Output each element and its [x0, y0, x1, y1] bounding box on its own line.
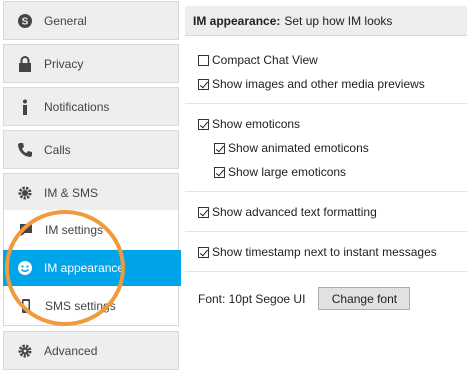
sidebar-item-im-sms[interactable]: IM & SMS — [3, 173, 179, 212]
sidebar-item-label: Advanced — [44, 343, 98, 358]
sidebar-item-privacy[interactable]: Privacy — [3, 44, 179, 83]
font-setting-row: Font: 10pt Segoe UI Change font — [198, 287, 411, 310]
change-font-button[interactable]: Change font — [318, 287, 411, 310]
lock-icon — [15, 54, 35, 74]
option-show-media-previews[interactable]: Show images and other media previews — [198, 77, 425, 91]
sidebar-subitem-label: SMS settings — [45, 299, 116, 313]
sidebar-item-label: General — [44, 13, 87, 28]
checkbox[interactable] — [198, 54, 209, 66]
option-label: Show emoticons — [212, 117, 301, 131]
sidebar-item-label: IM & SMS — [44, 185, 99, 200]
checkbox[interactable] — [214, 166, 225, 178]
sidebar-subitem-sms-settings[interactable]: SMS settings — [4, 288, 180, 324]
sidebar-item-label: Notifications — [44, 99, 110, 114]
info-icon — [15, 97, 35, 117]
option-label: Show images and other media previews — [212, 77, 425, 91]
sidebar-item-label: Privacy — [44, 56, 84, 71]
divider — [185, 271, 467, 272]
option-show-advanced-formatting[interactable]: Show advanced text formatting — [198, 205, 377, 219]
checkbox[interactable] — [214, 142, 225, 154]
option-show-emoticons[interactable]: Show emoticons — [198, 117, 300, 131]
option-label: Compact Chat View — [212, 53, 318, 67]
checkbox[interactable] — [198, 78, 209, 90]
sidebar-item-label: Calls — [44, 142, 71, 157]
checkbox[interactable] — [198, 118, 209, 130]
svg-text:S: S — [22, 16, 29, 27]
sidebar-subitem-label: IM appearance — [44, 261, 125, 275]
sidebar-subitem-im-appearance[interactable]: IM appearance — [3, 250, 181, 286]
option-label: Show animated emoticons — [228, 141, 369, 155]
option-label: Show advanced text formatting — [212, 205, 377, 219]
im-appearance-panel: IM appearance: Set up how IM looks Compa… — [185, 6, 467, 380]
divider — [185, 191, 467, 192]
sidebar-subitem-label: IM settings — [45, 223, 104, 237]
font-label: Font: 10pt Segoe UI — [198, 291, 306, 306]
settings-sidebar: S General Privacy Notifications Calls IM… — [0, 0, 181, 380]
sidebar-item-general[interactable]: S General — [3, 1, 179, 40]
sidebar-item-notifications[interactable]: Notifications — [3, 87, 179, 126]
gear-icon — [15, 341, 35, 361]
mobile-icon — [17, 297, 35, 315]
option-label: Show large emoticons — [228, 165, 347, 179]
phone-icon — [15, 140, 35, 160]
chat-bubble-icon — [17, 221, 35, 239]
option-compact-chat-view[interactable]: Compact Chat View — [198, 53, 318, 67]
panel-header: IM appearance: Set up how IM looks — [185, 6, 467, 36]
divider — [185, 231, 467, 232]
option-show-large-emoticons[interactable]: Show large emoticons — [214, 165, 346, 179]
checkbox[interactable] — [198, 206, 209, 218]
option-label: Show timestamp next to instant messages — [212, 245, 437, 259]
smiley-icon — [16, 259, 34, 277]
sidebar-subitem-im-settings[interactable]: IM settings — [4, 212, 180, 248]
sidebar-item-calls[interactable]: Calls — [3, 130, 179, 169]
chat-gear-icon — [15, 183, 35, 203]
panel-subtitle: Set up how IM looks — [284, 13, 393, 28]
panel-title: IM appearance: — [193, 13, 281, 28]
im-sms-subitems: IM settings IM appearance SMS settings — [3, 210, 181, 326]
skype-icon: S — [15, 11, 35, 31]
sidebar-item-advanced[interactable]: Advanced — [3, 331, 179, 370]
option-show-animated-emoticons[interactable]: Show animated emoticons — [214, 141, 369, 155]
option-show-timestamp[interactable]: Show timestamp next to instant messages — [198, 245, 437, 259]
checkbox[interactable] — [198, 246, 209, 258]
divider — [185, 103, 467, 104]
